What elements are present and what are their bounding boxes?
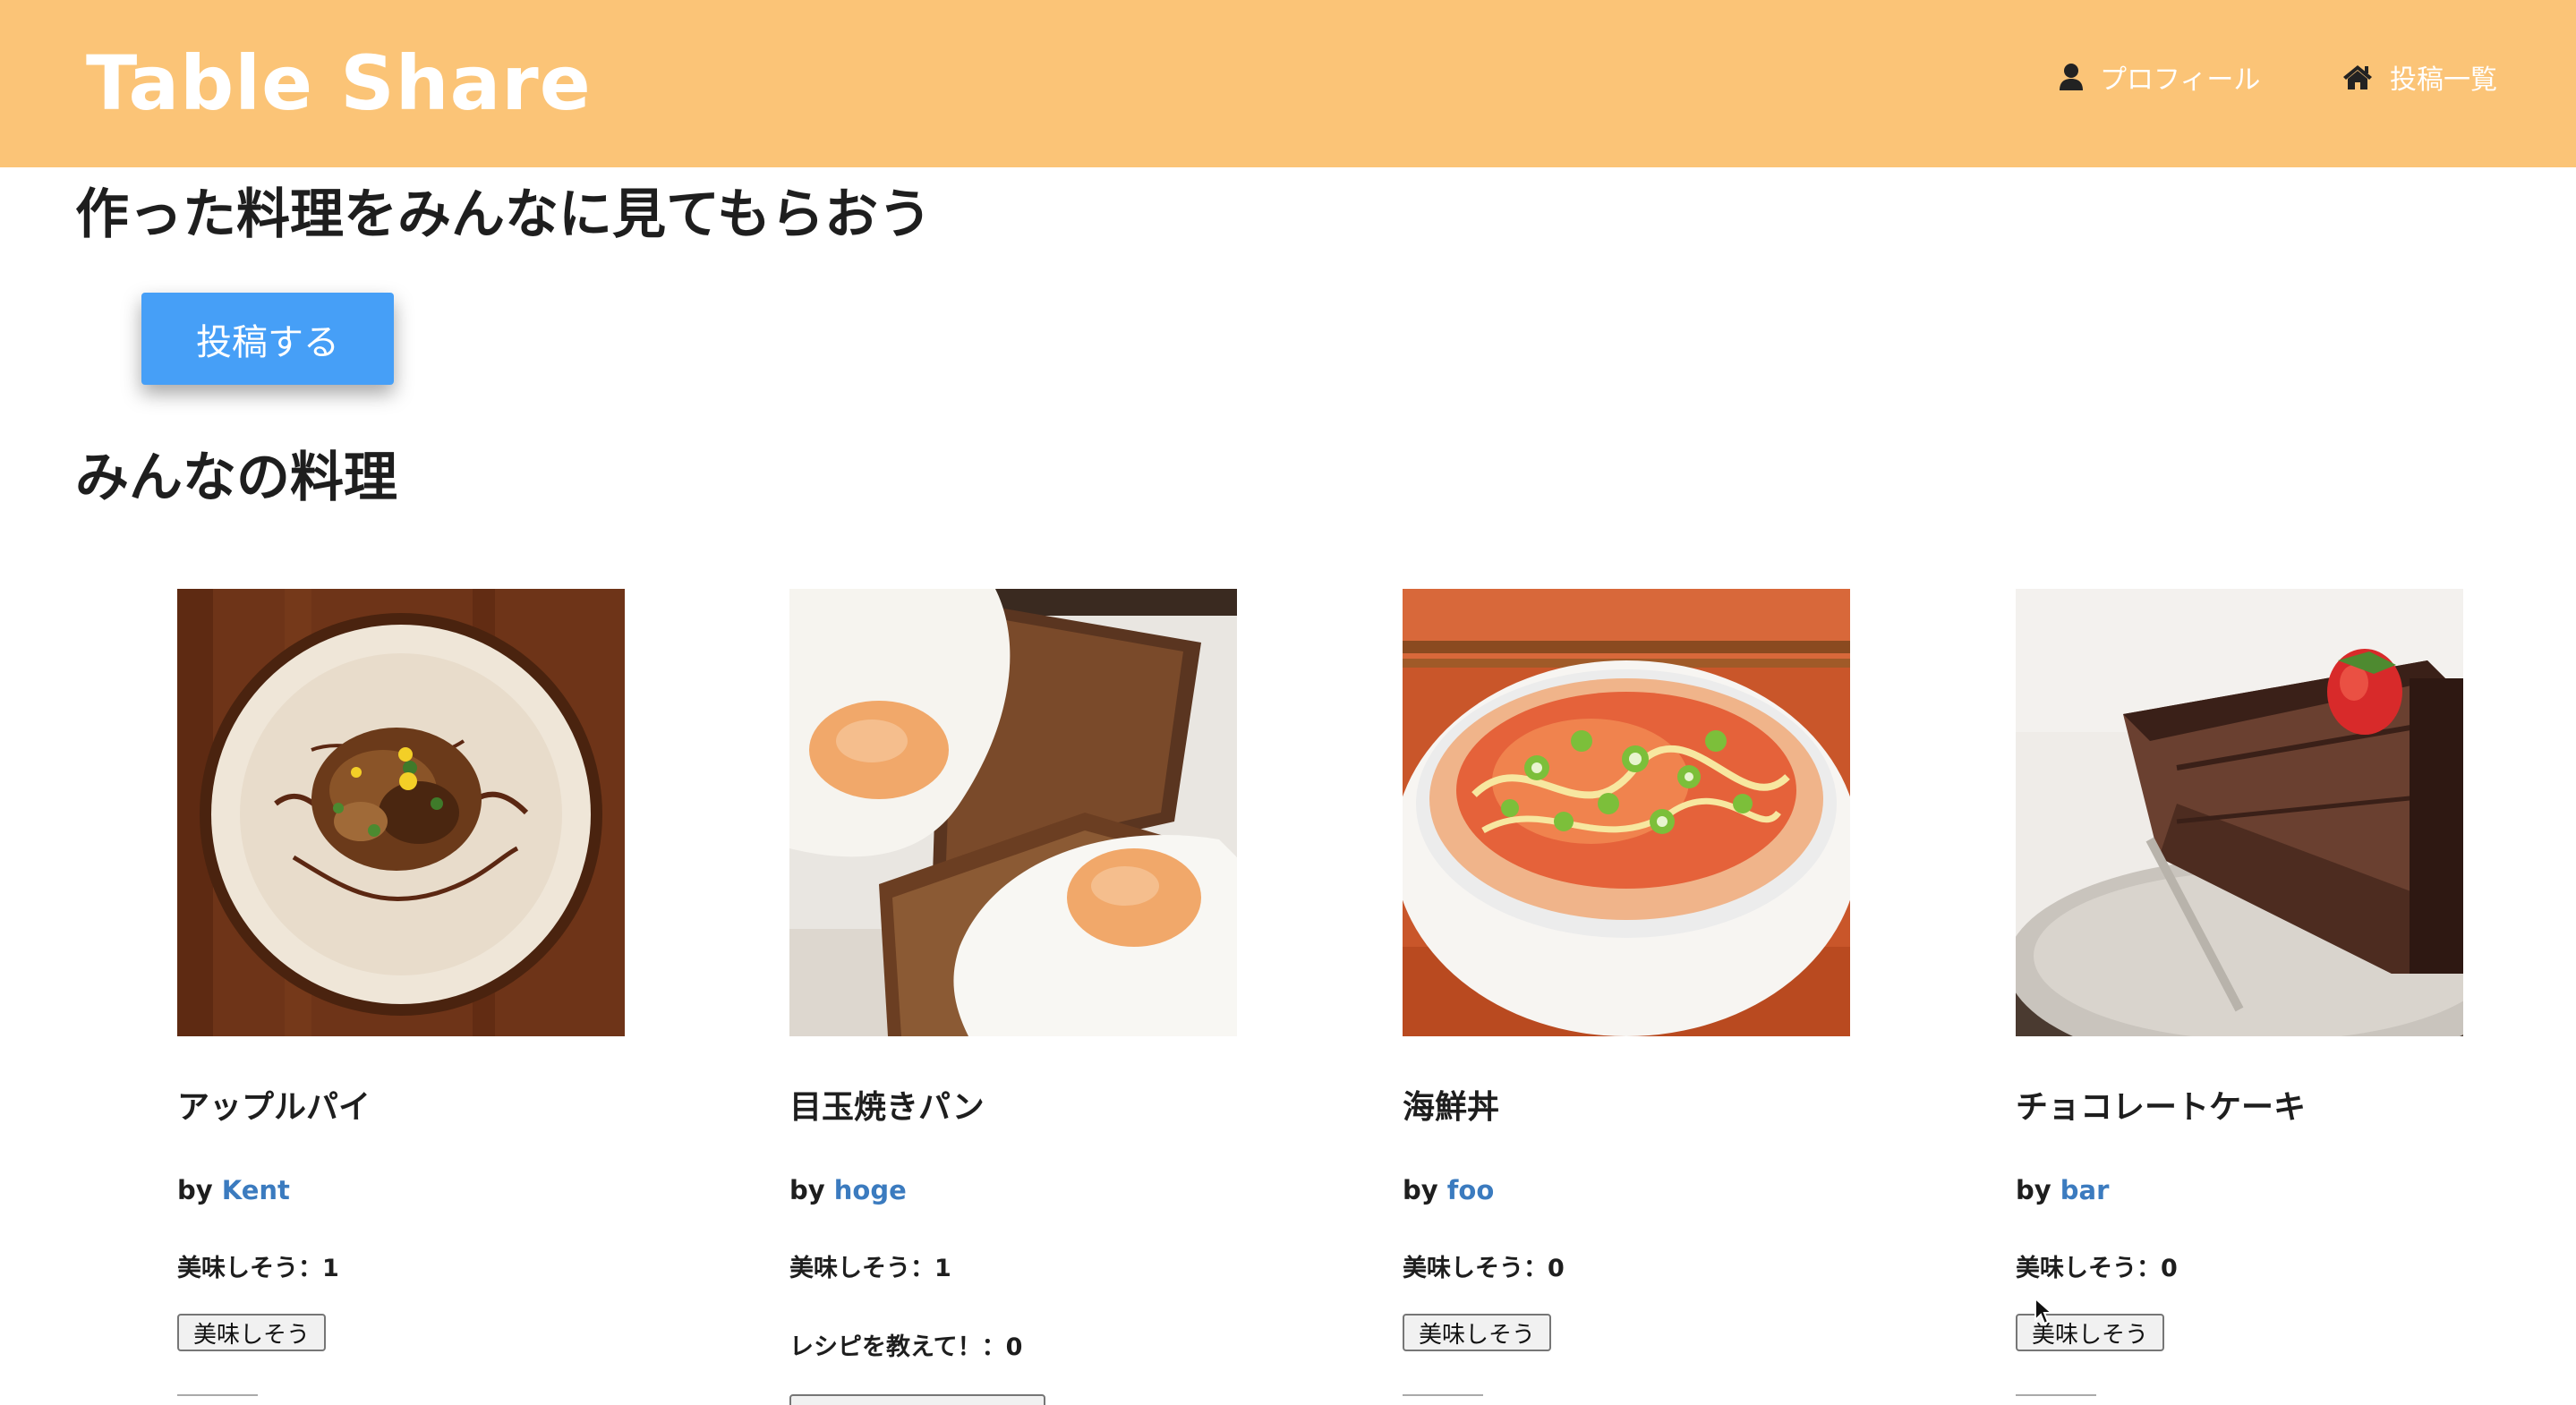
- by-label: by: [177, 1175, 213, 1205]
- author-link[interactable]: Kent: [222, 1175, 290, 1205]
- nav-posts-link[interactable]: 投稿一覧: [2341, 55, 2497, 98]
- post-card: チョコレートケーキ by bar 美味しそう：0 美味しそう: [2016, 589, 2481, 1405]
- post-author: by hoge: [789, 1172, 907, 1208]
- brand-logo[interactable]: Table Share: [86, 34, 592, 132]
- nav-posts-label: 投稿一覧: [2390, 64, 2497, 96]
- mouse-cursor-icon: [2034, 1297, 2053, 1325]
- post-title[interactable]: 海鮮丼: [1403, 1086, 1499, 1130]
- likes-count: 美味しそう：1: [789, 1255, 951, 1282]
- recipe-request-count: レシピを教えて！：0: [789, 1333, 1023, 1361]
- top-navbar: Table Share プロフィール 投稿一覧: [0, 0, 2576, 167]
- author-link[interactable]: hoge: [834, 1175, 907, 1205]
- post-author: by foo: [1403, 1172, 1494, 1208]
- likes-count: 美味しそう：0: [1403, 1255, 1565, 1282]
- author-link[interactable]: foo: [1447, 1175, 1494, 1205]
- author-link[interactable]: bar: [2060, 1175, 2110, 1205]
- post-card: アップルパイ by Kent 美味しそう：1 美味しそう: [177, 589, 643, 1405]
- like-button[interactable]: 美味しそう: [1403, 1314, 1552, 1351]
- post-title[interactable]: チョコレートケーキ: [2016, 1086, 2306, 1130]
- next-item-peek: [177, 1394, 258, 1405]
- apple-pie-photo[interactable]: [177, 589, 625, 1036]
- likes-count: 美味しそう：0: [2016, 1255, 2178, 1282]
- fried-egg-toast-photo[interactable]: [789, 589, 1237, 1036]
- home-icon: [2341, 64, 2374, 90]
- post-title[interactable]: 目玉焼きパン: [789, 1086, 985, 1130]
- recipe-request-button[interactable]: [789, 1394, 1045, 1405]
- chocolate-cake-photo[interactable]: [2016, 589, 2463, 1036]
- by-label: by: [1403, 1175, 1438, 1205]
- nav-profile-label: プロフィール: [2100, 64, 2261, 96]
- user-icon: [2059, 63, 2084, 91]
- section-title: みんなの料理: [75, 447, 397, 509]
- post-author: by Kent: [177, 1172, 290, 1208]
- page-lead-heading: 作った料理をみんなに見てもらおう: [75, 183, 932, 246]
- likes-count: 美味しそう：1: [177, 1255, 339, 1282]
- seafood-bowl-photo[interactable]: [1403, 589, 1850, 1036]
- post-title[interactable]: アップルパイ: [177, 1086, 371, 1130]
- like-button[interactable]: 美味しそう: [177, 1314, 327, 1351]
- post-author: by bar: [2016, 1172, 2109, 1208]
- next-item-peek: [1403, 1394, 1483, 1405]
- create-post-button[interactable]: 投稿する: [141, 293, 394, 385]
- next-item-peek: [2016, 1394, 2096, 1405]
- by-label: by: [789, 1175, 825, 1205]
- post-card: 海鮮丼 by foo 美味しそう：0 美味しそう: [1403, 589, 1868, 1405]
- nav-profile-link[interactable]: プロフィール: [2059, 55, 2260, 98]
- by-label: by: [2016, 1175, 2051, 1205]
- post-card: 目玉焼きパン by hoge 美味しそう：1 レシピを教えて！：0: [789, 589, 1255, 1405]
